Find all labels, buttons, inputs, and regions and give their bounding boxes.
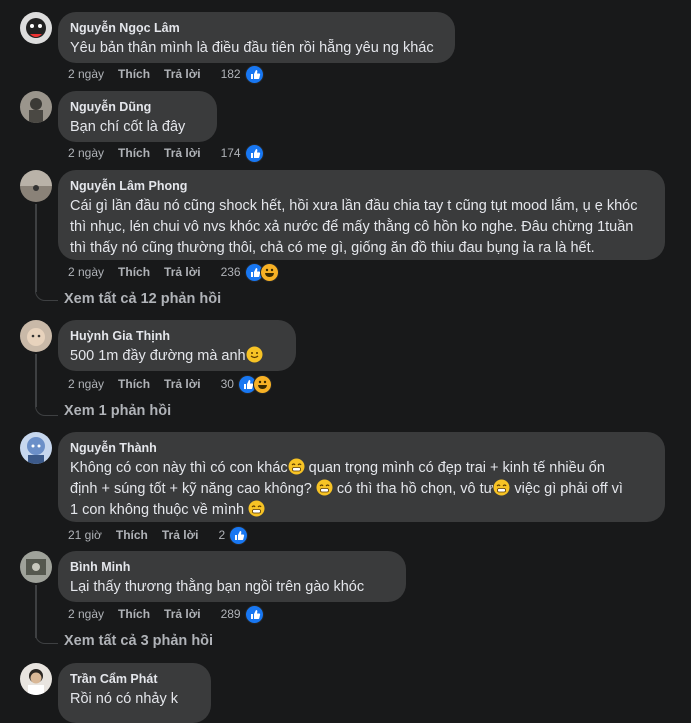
like-button[interactable]: Thích <box>116 528 148 542</box>
comment-text: Lại thấy thương thằng bạn ngồi trên gào … <box>70 579 365 595</box>
comment-time[interactable]: 2 ngày <box>68 146 104 160</box>
comment-text: Bạn chí cốt là đây <box>70 119 186 135</box>
comment-time[interactable]: 21 giờ <box>68 528 102 542</box>
comment-line: 1 con không thuộc về mình <box>70 502 245 518</box>
like-icon <box>244 143 264 163</box>
comment-time[interactable]: 2 ngày <box>68 265 104 279</box>
avatar[interactable] <box>20 432 52 464</box>
comment-author[interactable]: Huỳnh Gia Thịnh <box>70 328 284 344</box>
grin-emoji-icon <box>493 479 510 496</box>
comment-author[interactable]: Trần Cẩm Phát <box>70 671 199 687</box>
comment-time[interactable]: 2 ngày <box>68 607 104 621</box>
comment-bubble: Bình Minh Lại thấy thương thằng bạn ngồi… <box>58 551 406 602</box>
thread-line <box>35 354 37 407</box>
reply-button[interactable]: Trả lời <box>164 265 201 279</box>
comment-author[interactable]: Bình Minh <box>70 559 394 575</box>
comment-actions: 2 ngày Thích Trả lời 236 <box>68 262 279 282</box>
comment-line: thì nhục, lén chui vô nvs khóc xả nước đ… <box>70 219 634 235</box>
comment-author[interactable]: Nguyễn Ngọc Lâm <box>70 20 443 36</box>
reply-button[interactable]: Trả lời <box>164 67 201 81</box>
comment-text: Rồi nó có nhảy k <box>70 691 179 707</box>
comment-line: quan trọng mình có đẹp trai + kinh tế nh… <box>304 460 605 476</box>
smile-emoji-icon <box>246 346 263 363</box>
reply-button[interactable]: Trả lời <box>164 377 201 391</box>
reply-button[interactable]: Trả lời <box>164 607 201 621</box>
comment-bubble: Nguyễn Lâm Phong Cái gì lần đầu nó cũng … <box>58 170 665 260</box>
reaction-summary[interactable]: 289 <box>220 604 264 624</box>
like-button[interactable]: Thích <box>118 265 150 279</box>
reply-button[interactable]: Trả lời <box>162 528 199 542</box>
comment-actions: 2 ngày Thích Trả lời 174 <box>68 143 264 163</box>
view-replies-link[interactable]: Xem tất cả 3 phản hồi <box>64 633 213 649</box>
reaction-count: 174 <box>220 146 241 160</box>
like-icon <box>244 64 264 84</box>
avatar[interactable] <box>20 320 52 352</box>
comment-bubble: Nguyễn Dũng Bạn chí cốt là đây <box>58 91 217 142</box>
reaction-summary[interactable]: 174 <box>220 143 264 163</box>
comment-text: Yêu bản thân mình là điều đầu tiên rồi h… <box>70 40 434 56</box>
comment-line: việc gì phải off vì <box>510 481 623 497</box>
comment-line: có thì tha hồ chọn, vô tư <box>332 481 494 497</box>
comment-line: Không có con này thì có con khác <box>70 460 288 476</box>
like-button[interactable]: Thích <box>118 377 150 391</box>
like-icon <box>229 525 249 545</box>
comment-bubble: Nguyễn Ngọc Lâm Yêu bản thân mình là điề… <box>58 12 455 63</box>
comment-bubble: Huỳnh Gia Thịnh 500 1m đầy đường mà anh <box>58 320 296 371</box>
comment-bubble: Trần Cẩm Phát Rồi nó có nhảy k <box>58 663 211 723</box>
comment-line: 500 1m đầy đường mà anh <box>70 348 246 364</box>
comment-actions: 2 ngày Thích Trả lời 30 <box>68 374 272 394</box>
avatar[interactable] <box>20 12 52 44</box>
avatar[interactable] <box>20 170 52 202</box>
like-icon <box>244 604 264 624</box>
thread-hook <box>35 631 58 644</box>
comment-text: 500 1m đầy đường mà anh <box>70 346 284 367</box>
reaction-summary[interactable]: 236 <box>220 262 279 282</box>
grin-emoji-icon <box>316 479 333 496</box>
avatar[interactable] <box>20 91 52 123</box>
reaction-summary[interactable]: 182 <box>220 64 264 84</box>
reaction-count: 30 <box>220 377 234 391</box>
comment-time[interactable]: 2 ngày <box>68 377 104 391</box>
comment-line: thì thấy nó cũng thường thôi, chả có mẹ … <box>70 240 595 256</box>
reaction-count: 182 <box>220 67 241 81</box>
haha-icon <box>252 374 272 394</box>
avatar[interactable] <box>20 663 52 695</box>
comment-author[interactable]: Nguyễn Dũng <box>70 99 205 115</box>
comment-author[interactable]: Nguyễn Thành <box>70 440 653 456</box>
comment-line: định + súng tốt + kỹ năng cao không? <box>70 481 312 497</box>
view-replies-link[interactable]: Xem tất cả 12 phản hồi <box>64 291 221 307</box>
reaction-count: 236 <box>220 265 241 279</box>
comment-text: Không có con này thì có con khác quan tr… <box>70 458 653 521</box>
comment-actions: 21 giờ Thích Trả lời 2 <box>68 525 249 545</box>
thread-hook <box>35 288 58 301</box>
like-button[interactable]: Thích <box>118 67 150 81</box>
avatar[interactable] <box>20 551 52 583</box>
haha-icon <box>259 262 279 282</box>
comment-actions: 2 ngày Thích Trả lời 289 <box>68 604 264 624</box>
grin-emoji-icon <box>248 500 265 517</box>
reaction-count: 289 <box>220 607 241 621</box>
reply-button[interactable]: Trả lời <box>164 146 201 160</box>
thread-hook <box>35 403 58 416</box>
view-replies-link[interactable]: Xem 1 phản hồi <box>64 403 171 419</box>
grin-emoji-icon <box>288 458 305 475</box>
comment-actions: 2 ngày Thích Trả lời 182 <box>68 64 264 84</box>
comment-bubble: Nguyễn Thành Không có con này thì có con… <box>58 432 665 522</box>
comment-text: Cái gì lần đầu nó cũng shock hết, hồi xư… <box>70 196 653 259</box>
reaction-count: 2 <box>218 528 226 542</box>
thread-line <box>35 204 37 292</box>
like-button[interactable]: Thích <box>118 607 150 621</box>
comment-author[interactable]: Nguyễn Lâm Phong <box>70 178 653 194</box>
like-button[interactable]: Thích <box>118 146 150 160</box>
reaction-summary[interactable]: 30 <box>220 374 272 394</box>
reaction-summary[interactable]: 2 <box>218 525 249 545</box>
comment-line: Cái gì lần đầu nó cũng shock hết, hồi xư… <box>70 198 638 214</box>
comment-time[interactable]: 2 ngày <box>68 67 104 81</box>
